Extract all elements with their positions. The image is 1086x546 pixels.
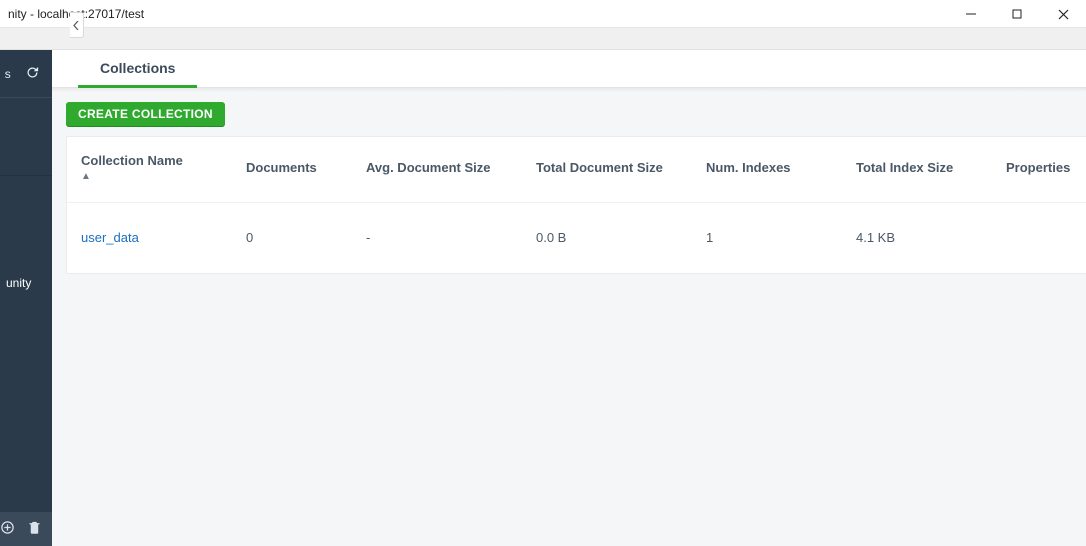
window-titlebar: nity - localhost:27017/test	[0, 0, 1086, 28]
th-label: Avg. Document Size	[366, 160, 490, 175]
cell-num-indexes: 1	[706, 230, 856, 245]
cell-documents: 0	[246, 230, 366, 245]
delete-db-button[interactable]	[27, 520, 42, 538]
cell-total-index: 4.1 KB	[856, 230, 1006, 245]
th-label: Total Index Size	[856, 160, 953, 175]
refresh-button[interactable]	[25, 65, 40, 83]
tabs-row: Collections	[52, 50, 1086, 88]
th-label: Properties	[1006, 160, 1070, 175]
th-total-doc-size[interactable]: Total Document Size	[536, 160, 706, 176]
maximize-icon	[1012, 9, 1022, 19]
sidebar: s unity	[0, 50, 52, 546]
sidebar-top: s	[0, 50, 52, 98]
tab-collections[interactable]: Collections	[96, 49, 179, 87]
sidebar-spacer	[0, 98, 52, 176]
th-label: Documents	[246, 160, 317, 175]
table-header-row: Collection Name ▲ Documents Avg. Documen…	[67, 137, 1086, 202]
close-icon	[1058, 9, 1069, 20]
th-num-indexes[interactable]: Num. Indexes	[706, 160, 856, 176]
th-label: Total Document Size	[536, 160, 663, 175]
create-collection-button[interactable]: CREATE COLLECTION	[66, 102, 225, 126]
th-total-index-size[interactable]: Total Index Size	[856, 160, 1006, 176]
minimize-button[interactable]	[948, 0, 994, 28]
table-row: user_data 0 - 0.0 B 1 4.1 KB	[67, 202, 1086, 273]
cell-total-size: 0.0 B	[536, 230, 706, 245]
th-properties[interactable]: Properties	[1006, 160, 1086, 176]
th-documents[interactable]: Documents	[246, 160, 366, 176]
cell-avg-size: -	[366, 230, 536, 245]
chevron-left-icon	[73, 21, 80, 30]
plus-circle-icon	[0, 520, 15, 535]
close-button[interactable]	[1040, 0, 1086, 28]
refresh-icon	[25, 65, 40, 80]
sort-asc-icon: ▲	[81, 171, 246, 184]
sidebar-middle: unity	[0, 176, 52, 512]
create-db-button[interactable]	[0, 520, 15, 538]
tab-label: Collections	[100, 60, 175, 76]
sidebar-middle-label: unity	[6, 276, 31, 290]
th-collection-name[interactable]: Collection Name ▲	[81, 153, 246, 184]
collection-link[interactable]: user_data	[81, 230, 139, 245]
toolbar-strip	[0, 28, 1086, 50]
collections-table: Collection Name ▲ Documents Avg. Documen…	[66, 136, 1086, 274]
minimize-icon	[966, 9, 976, 19]
toolbar: CREATE COLLECTION	[52, 92, 1086, 132]
trash-icon	[27, 520, 42, 535]
sidebar-bottom	[0, 512, 52, 546]
main-panel: Collections CREATE COLLECTION Collection…	[52, 50, 1086, 546]
sidebar-top-label: s	[5, 67, 11, 81]
th-avg-doc-size[interactable]: Avg. Document Size	[366, 160, 536, 176]
window-controls	[948, 0, 1086, 27]
maximize-button[interactable]	[994, 0, 1040, 28]
th-label: Num. Indexes	[706, 160, 791, 175]
sidebar-collapse-handle[interactable]	[70, 12, 84, 38]
th-label: Collection Name	[81, 153, 183, 168]
cell-collection-name[interactable]: user_data	[81, 230, 246, 245]
